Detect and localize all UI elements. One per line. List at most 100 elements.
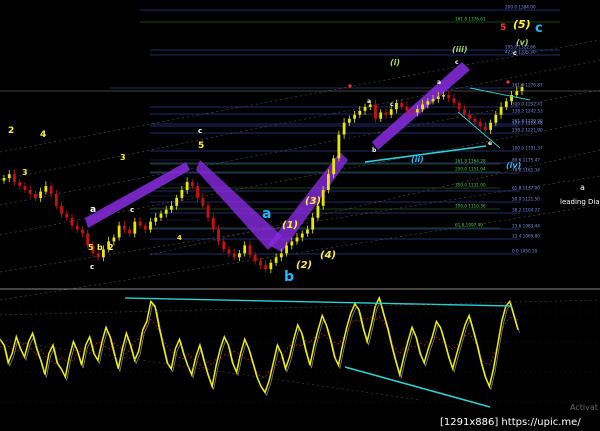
- candle-body: [473, 118, 477, 122]
- peak-marker: [348, 84, 352, 88]
- candle-body: [447, 95, 451, 99]
- candle-body: [248, 245, 252, 255]
- candle-body: [185, 182, 189, 190]
- wave-label: (i): [390, 58, 400, 67]
- fib-level-label: 61.8 1137.00: [512, 186, 540, 191]
- candle-body: [421, 104, 424, 110]
- candle-body: [264, 265, 268, 270]
- candle-body: [81, 229, 84, 234]
- wave-label: b: [284, 269, 294, 285]
- candle-body: [149, 221, 152, 230]
- candle-body: [483, 126, 487, 130]
- candle-body: [489, 122, 493, 130]
- candle-body: [311, 217, 315, 230]
- wave-label: (iv): [506, 161, 521, 170]
- candle-body: [201, 197, 205, 206]
- wave-label: 5: [198, 141, 204, 151]
- candle-body: [133, 221, 137, 234]
- candle-body: [44, 186, 48, 192]
- wave-label: (3): [305, 196, 321, 207]
- candle-body: [54, 193, 58, 206]
- wave-label: 5: [500, 23, 506, 33]
- wave-label: a: [262, 206, 271, 222]
- candle-body: [306, 229, 309, 234]
- wave-label: a: [90, 205, 96, 215]
- fib-level-label: 161.8 1376.61: [455, 17, 486, 22]
- wave-label: b: [97, 243, 103, 252]
- fib-level-label: 61.8 1097.40: [455, 223, 483, 228]
- candle-body: [452, 98, 456, 103]
- wave-label: c: [130, 206, 134, 214]
- candle-body: [2, 178, 6, 181]
- wave-label: (1): [282, 220, 298, 231]
- fib-level-label: 138.2 1242.53: [512, 109, 543, 114]
- candle-body: [243, 245, 247, 254]
- candle-body: [515, 91, 519, 95]
- candle-body: [463, 109, 466, 115]
- candle-body: [253, 254, 257, 262]
- candle-body: [164, 209, 168, 214]
- candle-body: [190, 182, 194, 187]
- candle-body: [400, 102, 404, 107]
- candle-body: [175, 197, 179, 206]
- wave-label: (4): [320, 250, 336, 261]
- peak-marker: [506, 80, 510, 84]
- candle-body: [49, 186, 53, 194]
- candle-body: [363, 106, 367, 111]
- fib-level-label: 50.0 1121.50: [512, 197, 540, 202]
- fib-level-label: 300.0 1131.00: [455, 183, 486, 188]
- wave-label: 2: [8, 126, 14, 136]
- candle-body: [499, 106, 503, 115]
- fib-level-label: 200.0 1151.04: [455, 167, 486, 172]
- candle-body: [39, 191, 43, 198]
- candle-body: [520, 87, 524, 92]
- source-caption: [1291x886] https://upic.me/: [440, 417, 581, 428]
- candle-body: [112, 237, 116, 242]
- wave-label: (v): [516, 38, 529, 47]
- candle-body: [159, 213, 163, 218]
- candle-body: [410, 110, 414, 113]
- candle-body: [347, 118, 351, 123]
- wave-label: 2: [108, 243, 114, 252]
- candle-body: [274, 257, 278, 263]
- wave-label: c: [390, 101, 394, 108]
- wave-label: 4: [40, 130, 46, 140]
- candle-body: [379, 112, 383, 119]
- watermark-text: Activat: [570, 403, 598, 412]
- candle-body: [211, 217, 215, 230]
- candle-body: [384, 112, 388, 115]
- candle-body: [122, 225, 126, 230]
- candle-body: [7, 174, 11, 179]
- candle-body: [60, 205, 63, 214]
- wave-label: a: [437, 79, 441, 86]
- wave-label: c: [535, 21, 543, 36]
- fib-level-label: 100.0 1110.36: [455, 204, 486, 209]
- candle-body: [468, 114, 472, 119]
- candle-body: [180, 190, 184, 198]
- candle-body: [300, 233, 304, 238]
- candle-body: [389, 109, 393, 115]
- candle-body: [353, 114, 356, 119]
- fib-level-label: 127.2 1228.48: [512, 121, 543, 126]
- wave-label: 3: [120, 153, 126, 162]
- candle-body: [33, 193, 37, 198]
- candle-body: [217, 229, 220, 242]
- candle-body: [23, 186, 27, 190]
- candle-body: [316, 205, 320, 218]
- candle-body: [13, 174, 16, 183]
- candle-body: [143, 225, 147, 230]
- candle-body: [279, 253, 283, 258]
- wave-label: e: [488, 140, 492, 147]
- candle-body: [285, 245, 288, 254]
- candle-body: [405, 106, 409, 111]
- candle-body: [431, 98, 435, 102]
- wave-label: (2): [296, 260, 312, 271]
- wave-label: 4: [177, 234, 182, 242]
- candle-body: [232, 253, 236, 258]
- candle-body: [222, 241, 226, 250]
- candle-body: [117, 225, 121, 238]
- candle-body: [457, 102, 461, 110]
- candle-body: [96, 253, 100, 258]
- fib-level-label: 13.4 1069.80: [512, 234, 540, 239]
- wave-label: c: [455, 59, 459, 66]
